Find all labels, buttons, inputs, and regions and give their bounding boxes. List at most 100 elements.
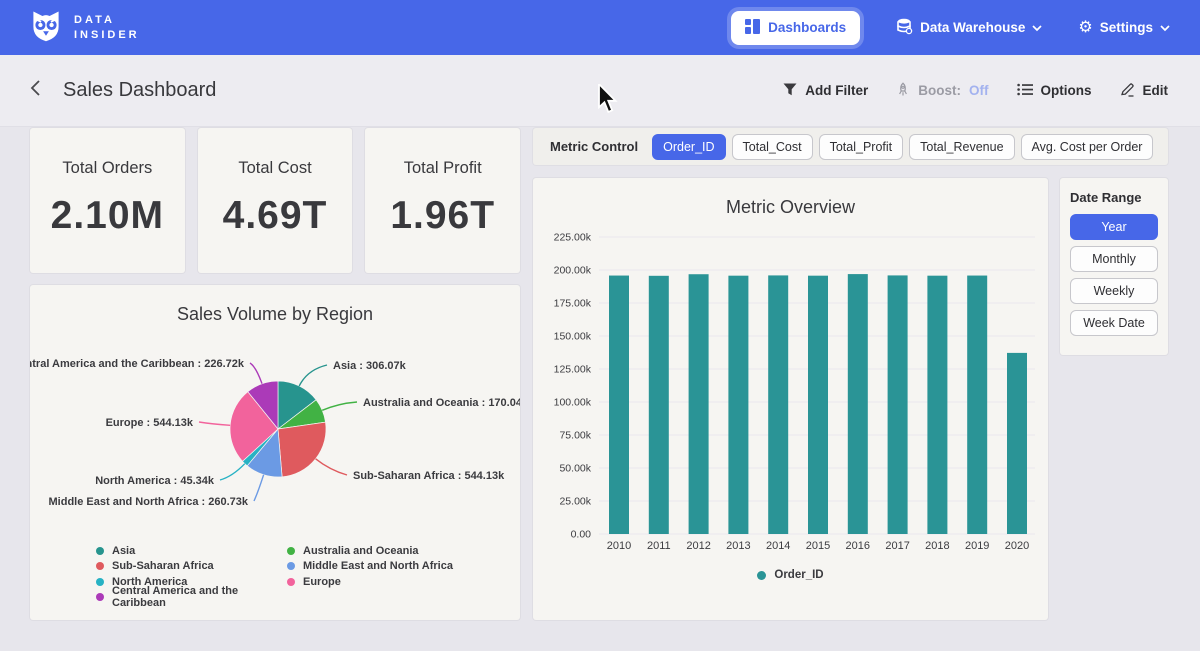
- kpi-card-total-orders: Total Orders 2.10M: [30, 128, 185, 273]
- chevron-down-icon: [1160, 20, 1170, 35]
- y-axis-tick: 200.00k: [554, 265, 592, 277]
- legend-dot: [757, 571, 766, 580]
- legend-item-sub-saharan-africa[interactable]: Sub-Saharan Africa: [96, 559, 287, 575]
- top-nav: DATA INSIDER Dashboards: [0, 0, 1200, 55]
- bar-2013[interactable]: [728, 276, 748, 534]
- legend-item-middle-east-and-north-africa[interactable]: Middle East and North Africa: [287, 559, 520, 575]
- pie-leader-line: [322, 402, 357, 410]
- pie-slice-sub-saharan-africa[interactable]: [278, 422, 326, 477]
- y-axis-tick: 100.00k: [554, 397, 592, 409]
- bar-2020[interactable]: [1007, 353, 1027, 534]
- bar-2015[interactable]: [808, 276, 828, 534]
- y-axis-tick: 75.00k: [559, 430, 591, 442]
- boost-toggle[interactable]: Boost: Off: [896, 82, 988, 100]
- legend-label: Middle East and North Africa: [303, 560, 453, 572]
- metric-control-label: Metric Control: [550, 139, 638, 154]
- dashboards-label: Dashboards: [768, 20, 846, 35]
- metric-button-total-profit[interactable]: Total_Profit: [819, 134, 904, 160]
- bar-2019[interactable]: [967, 276, 987, 534]
- metric-button-total-cost[interactable]: Total_Cost: [732, 134, 813, 160]
- pie-label-europe: Europe : 544.13k: [106, 417, 194, 429]
- metric-button-avg-cost-per-order[interactable]: Avg. Cost per Order: [1021, 134, 1154, 160]
- pie-leader-line: [199, 422, 230, 425]
- y-axis-tick: 0.00: [571, 529, 592, 541]
- pie-label-central-america-and-the-caribbean: Central America and the Caribbean : 226.…: [30, 358, 245, 370]
- bar-2010[interactable]: [609, 276, 629, 534]
- legend-label: Australia and Oceania: [303, 545, 419, 557]
- x-axis-tick: 2014: [766, 540, 790, 552]
- kpi-value: 4.69T: [198, 194, 353, 238]
- pencil-icon: [1120, 82, 1135, 100]
- legend-label: Asia: [112, 545, 135, 557]
- pie-chart[interactable]: Asia : 306.07kAustralia and Oceania : 17…: [30, 325, 520, 530]
- legend-label: Europe: [303, 576, 341, 588]
- page-title: Sales Dashboard: [63, 79, 216, 102]
- rocket-icon: [896, 82, 910, 100]
- legend-item-central-america-and-the-caribbean[interactable]: Central America and the Caribbean: [96, 590, 287, 606]
- data-warehouse-menu[interactable]: Data Warehouse: [896, 18, 1042, 38]
- owl-logo-icon: [28, 7, 64, 48]
- bar-chart-card: Metric Overview 225.00k200.00k175.00k150…: [533, 178, 1048, 620]
- settings-menu[interactable]: ⚙ Settings: [1078, 20, 1170, 36]
- bar-chart[interactable]: 225.00k 200.00k 175.00k 150.00k 125.00k 100.0…: [533, 218, 1048, 558]
- add-filter-button[interactable]: Add Filter: [783, 83, 868, 99]
- legend-item-australia-and-oceania[interactable]: Australia and Oceania: [287, 543, 520, 559]
- metric-button-total-revenue[interactable]: Total_Revenue: [909, 134, 1014, 160]
- edit-button[interactable]: Edit: [1120, 82, 1169, 100]
- x-axis-tick: 2020: [1005, 540, 1029, 552]
- legend-item-europe[interactable]: Europe: [287, 574, 520, 590]
- bar-2017[interactable]: [888, 275, 908, 534]
- list-icon: [1017, 83, 1033, 99]
- options-label: Options: [1041, 83, 1092, 98]
- pie-label-sub-saharan-africa: Sub-Saharan Africa : 544.13k: [353, 470, 505, 482]
- bar-chart-legend[interactable]: Order_ID: [533, 569, 1048, 581]
- edit-label: Edit: [1143, 83, 1169, 98]
- legend-dot: [96, 578, 104, 586]
- legend-label: Central America and the Caribbean: [112, 585, 287, 609]
- y-axis-tick: 175.00k: [554, 298, 592, 310]
- legend-label: Sub-Saharan Africa: [112, 560, 214, 572]
- x-axis-tick: 2012: [686, 540, 710, 552]
- bar-2014[interactable]: [768, 275, 788, 534]
- bar-2016[interactable]: [848, 274, 868, 534]
- y-axis-tick: 25.00k: [559, 496, 591, 508]
- dashboards-button[interactable]: Dashboards: [731, 11, 860, 45]
- pie-leader-line: [250, 363, 262, 384]
- pie-leader-line: [316, 459, 347, 475]
- date-range-button-monthly[interactable]: Monthly: [1070, 246, 1158, 272]
- options-button[interactable]: Options: [1017, 83, 1092, 99]
- pie-label-asia: Asia : 306.07k: [333, 360, 407, 372]
- bar-2011[interactable]: [649, 276, 669, 534]
- x-axis-tick: 2015: [806, 540, 830, 552]
- gear-icon: ⚙: [1078, 20, 1092, 36]
- kpi-label: Total Orders: [30, 159, 185, 178]
- date-range-button-week-date[interactable]: Week Date: [1070, 310, 1158, 336]
- metric-control-bar: Metric Control Order_ID Total_Cost Total…: [533, 128, 1168, 165]
- back-button[interactable]: [30, 79, 41, 102]
- x-axis-tick: 2011: [647, 540, 671, 552]
- y-axis-tick: 225.00k: [554, 232, 592, 244]
- kpi-value: 1.96T: [365, 194, 520, 238]
- boost-value: Off: [969, 83, 989, 98]
- pie-leader-line: [254, 475, 264, 501]
- metric-button-order-id[interactable]: Order_ID: [652, 134, 725, 160]
- legend-dot: [96, 562, 104, 570]
- kpi-value: 2.10M: [30, 194, 185, 238]
- date-range-panel: Date Range Year Monthly Weekly Week Date: [1060, 178, 1168, 355]
- kpi-label: Total Cost: [198, 159, 353, 178]
- bar-2018[interactable]: [927, 276, 947, 534]
- pie-label-north-america: North America : 45.34k: [95, 475, 215, 487]
- brand[interactable]: DATA INSIDER: [28, 7, 140, 48]
- settings-label: Settings: [1100, 20, 1153, 35]
- pie-leader-line: [299, 365, 327, 386]
- data-warehouse-label: Data Warehouse: [920, 20, 1025, 35]
- bar-2012[interactable]: [689, 274, 709, 534]
- date-range-button-weekly[interactable]: Weekly: [1070, 278, 1158, 304]
- y-axis-tick: 150.00k: [554, 331, 592, 343]
- x-axis-tick: 2010: [607, 540, 631, 552]
- legend-item-asia[interactable]: Asia: [96, 543, 287, 559]
- date-range-button-year[interactable]: Year: [1070, 214, 1158, 240]
- y-axis-tick: 125.00k: [554, 364, 592, 376]
- x-axis-tick: 2018: [925, 540, 949, 552]
- y-axis-tick: 50.00k: [559, 463, 591, 475]
